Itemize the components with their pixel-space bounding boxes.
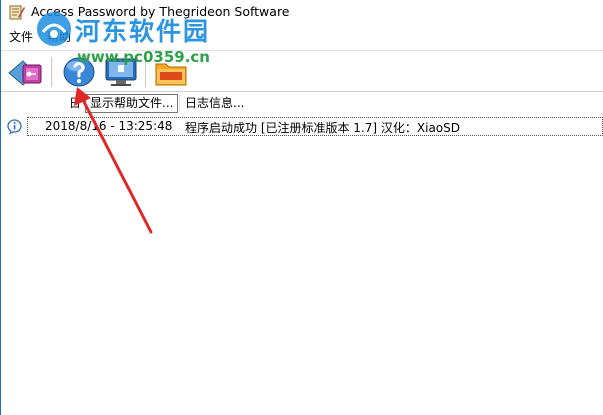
computer-button[interactable] xyxy=(101,55,141,89)
log-datetime: 2018/8/16 - 13:25:48 xyxy=(45,119,173,133)
toolbar-separator xyxy=(51,57,52,87)
buy-now-button[interactable] xyxy=(151,55,191,89)
menu-file[interactable]: 文件 xyxy=(9,28,33,45)
key-card-button[interactable] xyxy=(5,55,45,89)
help-tooltip: 显示帮助文件... xyxy=(85,94,179,113)
toolbar xyxy=(1,50,603,92)
help-button[interactable] xyxy=(59,55,99,89)
app-window: Access Password by Thegrideon Software 文… xyxy=(0,0,603,415)
column-header-date[interactable]: 日 xyxy=(65,93,81,114)
toolbar-separator xyxy=(145,57,146,87)
menu-bar: 文件 帮助 xyxy=(1,26,603,46)
computer-monitor-icon xyxy=(105,58,137,86)
menu-help[interactable]: 帮助 xyxy=(47,28,71,45)
buy-now-icon xyxy=(155,63,187,86)
key-card-icon xyxy=(8,60,42,86)
window-title: Access Password by Thegrideon Software xyxy=(31,4,290,19)
log-message: 程序启动成功 [已注册标准版本 1.7] 汉化：XiaoSD xyxy=(185,121,460,135)
log-header-row: 日 日志信息... 显示帮助文件... xyxy=(1,93,603,114)
help-icon xyxy=(63,57,95,87)
column-header-log[interactable]: 日志信息... xyxy=(181,93,244,114)
app-icon xyxy=(9,5,25,20)
log-row[interactable]: 2018/8/16 - 13:25:48 程序启动成功 [已注册标准版本 1.7… xyxy=(1,117,603,136)
column-separator[interactable] xyxy=(179,95,180,112)
title-bar: Access Password by Thegrideon Software xyxy=(1,0,603,24)
info-icon xyxy=(7,119,22,134)
